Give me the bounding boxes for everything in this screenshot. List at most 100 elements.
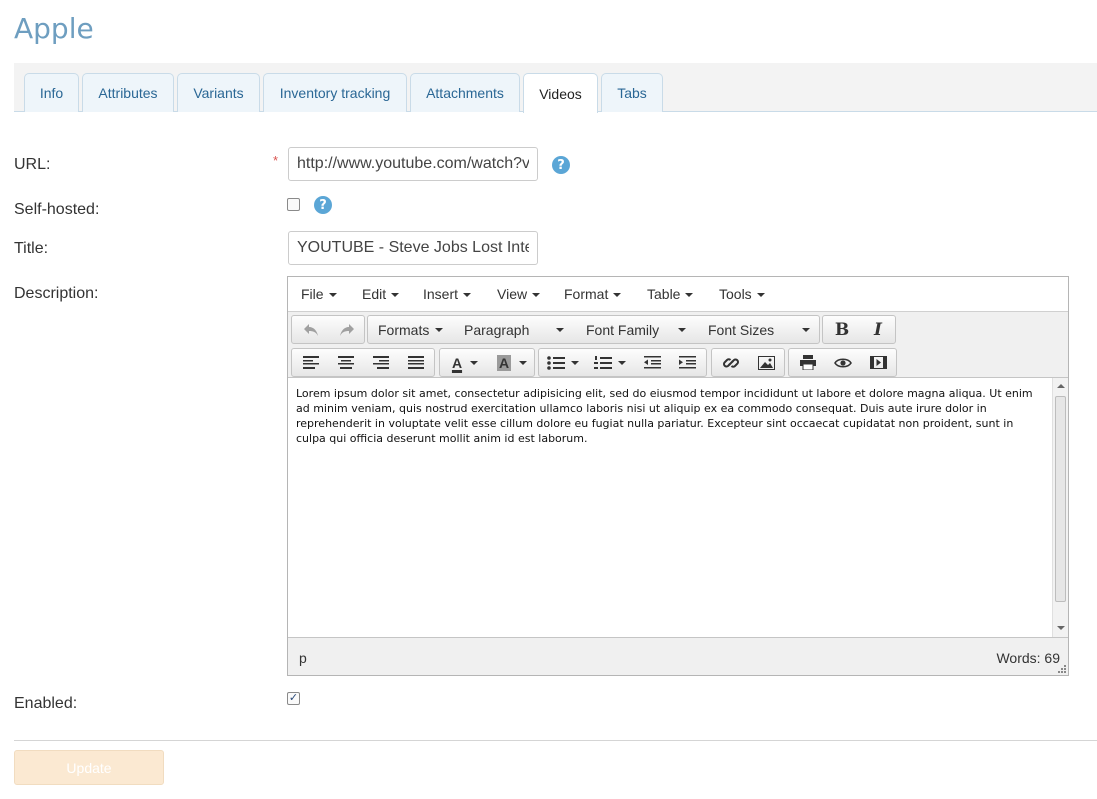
chevron-down-icon <box>678 328 686 332</box>
background-color-icon: A <box>496 354 512 371</box>
menu-edit[interactable]: Edit <box>362 286 400 302</box>
menu-file[interactable]: File <box>301 286 337 302</box>
undo-icon <box>304 323 318 336</box>
paragraph-label: Paragraph <box>464 321 530 338</box>
chevron-down-icon <box>618 360 626 365</box>
tab-attributes[interactable]: Attributes <box>82 73 174 112</box>
tab-variants[interactable]: Variants <box>177 73 260 112</box>
page-title: Apple <box>14 12 94 45</box>
self-hosted-label: Self-hosted: <box>14 201 100 218</box>
eye-icon <box>834 357 852 368</box>
undo-button[interactable] <box>294 316 328 343</box>
align-center-button[interactable] <box>329 349 363 376</box>
title-input[interactable] <box>288 231 538 265</box>
alignment-group <box>291 348 435 377</box>
description-label: Description: <box>14 285 99 302</box>
numbered-list-icon <box>594 355 612 369</box>
menu-insert-label: Insert <box>423 286 459 302</box>
background-color-button[interactable]: A <box>489 349 535 376</box>
menu-tools-label: Tools <box>719 286 752 302</box>
editor-content[interactable]: Lorem ipsum dolor sit amet, consectetur … <box>288 378 1052 637</box>
tab-tabs[interactable]: Tabs <box>601 73 663 112</box>
numbered-list-button[interactable] <box>588 349 632 376</box>
url-help-icon[interactable]: ? <box>552 156 570 174</box>
chevron-down-icon <box>802 328 810 332</box>
preview-button[interactable] <box>826 349 860 376</box>
update-button[interactable]: Update <box>14 750 164 785</box>
bold-button[interactable]: B <box>825 316 859 343</box>
paragraph-dropdown[interactable]: Paragraph <box>456 316 572 343</box>
insert-media-button[interactable] <box>861 349 895 376</box>
chevron-down-icon <box>556 328 564 332</box>
font-sizes-dropdown[interactable]: Font Sizes <box>700 316 818 343</box>
link-icon <box>723 357 739 368</box>
chevron-down-icon <box>391 293 400 298</box>
redo-button[interactable] <box>330 316 364 343</box>
color-group: A A <box>439 348 535 377</box>
rich-text-editor: File Edit Insert View Format Table Tools… <box>287 276 1069 676</box>
tab-attachments[interactable]: Attachments <box>410 73 520 112</box>
scroll-up-icon[interactable] <box>1057 384 1065 388</box>
self-hosted-help-icon[interactable]: ? <box>314 196 332 214</box>
align-left-button[interactable] <box>294 349 328 376</box>
list-indent-group <box>538 348 707 377</box>
formats-label: Formats <box>378 321 430 338</box>
align-right-button[interactable] <box>364 349 398 376</box>
outdent-icon <box>643 356 661 369</box>
outdent-button[interactable] <box>635 349 669 376</box>
font-sizes-label: Font Sizes <box>708 321 775 338</box>
chevron-down-icon <box>519 360 528 365</box>
italic-button[interactable]: I <box>861 316 895 343</box>
resize-handle-icon[interactable] <box>1058 665 1066 673</box>
menu-table[interactable]: Table <box>647 286 694 302</box>
insert-link-button[interactable] <box>714 349 748 376</box>
print-icon <box>800 355 816 370</box>
formatting-listboxes: Formats Paragraph Font Family Font Sizes <box>367 315 820 344</box>
bullet-list-button[interactable] <box>541 349 585 376</box>
menu-file-label: File <box>301 286 324 302</box>
editor-menubar: File Edit Insert View Format Table Tools <box>288 277 1068 312</box>
indent-button[interactable] <box>670 349 704 376</box>
chevron-down-icon <box>532 293 541 298</box>
self-hosted-checkbox[interactable] <box>287 198 300 211</box>
menu-format[interactable]: Format <box>564 286 622 302</box>
title-label: Title: <box>14 240 49 257</box>
element-path[interactable]: p <box>299 650 307 666</box>
print-preview-media-group <box>788 348 897 377</box>
scrollbar-thumb[interactable] <box>1055 396 1066 602</box>
chevron-down-icon <box>571 360 579 365</box>
required-marker: * <box>273 153 279 168</box>
menu-view[interactable]: View <box>497 286 541 302</box>
align-justify-button[interactable] <box>399 349 433 376</box>
menu-edit-label: Edit <box>362 286 387 302</box>
tab-inventory-tracking[interactable]: Inventory tracking <box>263 73 407 112</box>
url-input[interactable] <box>288 147 538 181</box>
align-center-icon <box>338 356 354 369</box>
form-divider <box>14 740 1097 741</box>
menu-tools[interactable]: Tools <box>719 286 765 302</box>
editor-toolbar-row-1: Formats Paragraph Font Family Font Sizes… <box>288 312 1068 345</box>
chevron-down-icon <box>435 327 444 332</box>
tab-info[interactable]: Info <box>24 73 79 112</box>
url-label: URL: <box>14 156 51 173</box>
history-group <box>291 315 365 344</box>
align-right-icon <box>373 356 389 369</box>
tab-videos[interactable]: Videos <box>523 73 598 113</box>
text-color-button[interactable]: A <box>442 349 488 376</box>
media-icon <box>869 356 887 369</box>
font-family-dropdown[interactable]: Font Family <box>578 316 694 343</box>
redo-icon <box>340 323 354 336</box>
chevron-down-icon <box>463 293 472 298</box>
tab-bar: Info Attributes Variants Inventory track… <box>14 63 1097 113</box>
formats-dropdown[interactable]: Formats <box>370 316 452 343</box>
editor-toolbar-row-2: A A <box>288 345 1068 378</box>
editor-scrollbar[interactable] <box>1052 378 1068 637</box>
insert-image-button[interactable] <box>749 349 783 376</box>
menu-insert[interactable]: Insert <box>423 286 472 302</box>
scroll-down-icon[interactable] <box>1057 626 1065 630</box>
print-button[interactable] <box>791 349 825 376</box>
link-image-group <box>711 348 785 377</box>
text-color-icon: A <box>451 354 463 371</box>
enabled-checkbox[interactable]: ✓ <box>287 692 300 705</box>
chevron-down-icon <box>328 293 337 298</box>
